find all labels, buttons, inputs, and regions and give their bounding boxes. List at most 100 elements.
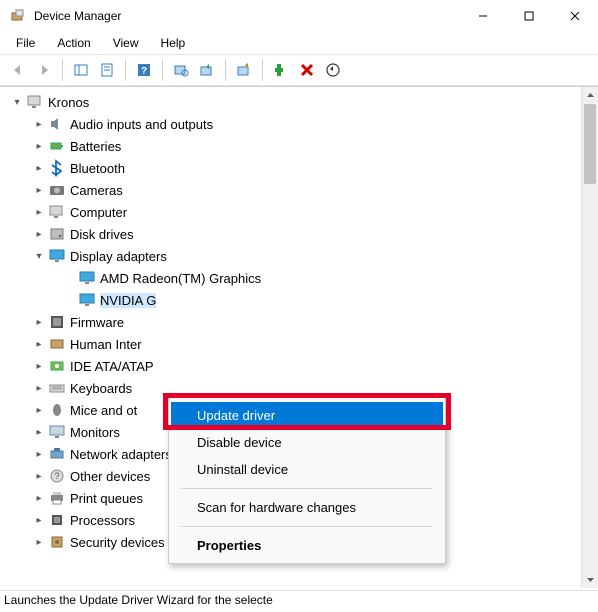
computer-icon bbox=[48, 203, 66, 221]
tree-root[interactable]: ▾ Kronos bbox=[6, 91, 581, 113]
monitor-icon bbox=[48, 423, 66, 441]
device-tree[interactable]: ▾ Kronos ▸ Audio inputs and outputs ▸ Batte… bbox=[0, 87, 581, 588]
menu-action[interactable]: Action bbox=[47, 34, 100, 52]
chevron-right-icon[interactable]: ▸ bbox=[32, 537, 46, 548]
tree-category[interactable]: ▸ Keyboards bbox=[6, 377, 581, 399]
tree-category[interactable]: ▾Display adapters bbox=[6, 245, 581, 267]
tree-category[interactable]: ▸Computer bbox=[6, 201, 581, 223]
chevron-right-icon[interactable]: ▸ bbox=[32, 141, 46, 152]
tree-category-label: Security devices bbox=[70, 535, 165, 550]
chevron-right-icon[interactable]: ▸ bbox=[32, 163, 46, 174]
other-icon: ? bbox=[48, 467, 66, 485]
keyboard-icon bbox=[48, 379, 66, 397]
chevron-right-icon[interactable]: ▸ bbox=[32, 449, 46, 460]
scroll-up-button[interactable] bbox=[582, 87, 598, 104]
scroll-thumb[interactable] bbox=[584, 104, 596, 184]
ctx-separator bbox=[181, 526, 433, 527]
help-button[interactable]: ? bbox=[132, 58, 156, 82]
uninstall-device-button[interactable] bbox=[295, 58, 319, 82]
tree-category-label: Disk drives bbox=[70, 227, 134, 242]
computer-icon bbox=[26, 93, 44, 111]
menubar: File Action View Help bbox=[0, 32, 598, 54]
tree-root-label: Kronos bbox=[48, 95, 89, 110]
ctx-update-driver[interactable]: Update driver bbox=[171, 402, 443, 429]
tree-category-label: Keyboards bbox=[70, 381, 132, 396]
hid-icon bbox=[48, 335, 66, 353]
security-icon bbox=[48, 533, 66, 551]
chevron-right-icon[interactable]: ▸ bbox=[32, 405, 46, 416]
chevron-right-icon[interactable]: ▸ bbox=[32, 119, 46, 130]
chevron-right-icon[interactable]: ▸ bbox=[32, 383, 46, 394]
display-icon bbox=[78, 291, 96, 309]
firmware-icon bbox=[48, 313, 66, 331]
vertical-scrollbar[interactable] bbox=[581, 87, 598, 588]
ctx-scan-hardware[interactable]: Scan for hardware changes bbox=[171, 494, 443, 521]
tree-category[interactable]: ▸ Firmware bbox=[6, 311, 581, 333]
ctx-properties[interactable]: Properties bbox=[171, 532, 443, 559]
menu-file[interactable]: File bbox=[6, 34, 45, 52]
context-menu: Update driver Disable device Uninstall d… bbox=[168, 397, 446, 564]
enable-device-button[interactable] bbox=[269, 58, 293, 82]
maximize-button[interactable] bbox=[506, 0, 552, 32]
network-icon bbox=[48, 445, 66, 463]
content-area: ▾ Kronos ▸ Audio inputs and outputs ▸ Batte… bbox=[0, 86, 598, 588]
chevron-down-icon[interactable]: ▾ bbox=[32, 251, 46, 262]
chevron-right-icon[interactable]: ▸ bbox=[32, 229, 46, 240]
tree-category[interactable]: ▸ Audio inputs and outputs bbox=[6, 113, 581, 135]
tree-category-label: Batteries bbox=[70, 139, 121, 154]
close-button[interactable] bbox=[552, 0, 598, 32]
tree-category-label: Firmware bbox=[70, 315, 124, 330]
menu-help[interactable]: Help bbox=[151, 34, 196, 52]
chevron-right-icon[interactable]: ▸ bbox=[32, 185, 46, 196]
menu-view[interactable]: View bbox=[103, 34, 149, 52]
tree-device[interactable]: AMD Radeon(TM) Graphics bbox=[6, 267, 581, 289]
display-icon bbox=[48, 247, 66, 265]
chevron-right-icon[interactable]: ▸ bbox=[32, 339, 46, 350]
app-icon bbox=[10, 8, 26, 24]
tree-category-label: Bluetooth bbox=[70, 161, 125, 176]
tree-category[interactable]: ▸ Bluetooth bbox=[6, 157, 581, 179]
chevron-right-icon[interactable]: ▸ bbox=[32, 361, 46, 372]
titlebar: Device Manager bbox=[0, 0, 598, 32]
bluetooth-icon bbox=[48, 159, 66, 177]
remove-device-button[interactable] bbox=[321, 58, 345, 82]
tree-category[interactable]: ▸IDE ATA/ATAP bbox=[6, 355, 581, 377]
tree-category[interactable]: ▸ Disk drives bbox=[6, 223, 581, 245]
tree-category-label: Other devices bbox=[70, 469, 150, 484]
chevron-down-icon[interactable]: ▾ bbox=[10, 97, 24, 108]
disable-device-button[interactable] bbox=[232, 58, 256, 82]
chevron-right-icon[interactable]: ▸ bbox=[32, 471, 46, 482]
tree-category-label: Cameras bbox=[70, 183, 123, 198]
ctx-disable-device[interactable]: Disable device bbox=[171, 429, 443, 456]
ctx-uninstall-device[interactable]: Uninstall device bbox=[171, 456, 443, 483]
display-icon bbox=[78, 269, 96, 287]
scroll-down-button[interactable] bbox=[582, 571, 598, 588]
chevron-right-icon[interactable]: ▸ bbox=[32, 515, 46, 526]
chevron-right-icon[interactable]: ▸ bbox=[32, 427, 46, 438]
tree-category-label: Audio inputs and outputs bbox=[70, 117, 213, 132]
tree-category[interactable]: ▸Human Inter bbox=[6, 333, 581, 355]
properties-button[interactable] bbox=[95, 58, 119, 82]
scroll-track[interactable] bbox=[582, 104, 598, 571]
tree-category-label: Processors bbox=[70, 513, 135, 528]
status-bar: Launches the Update Driver Wizard for th… bbox=[0, 590, 598, 612]
back-button[interactable] bbox=[6, 58, 30, 82]
printer-icon bbox=[48, 489, 66, 507]
minimize-button[interactable] bbox=[460, 0, 506, 32]
tree-category-label: Print queues bbox=[70, 491, 143, 506]
camera-icon bbox=[48, 181, 66, 199]
show-hide-tree-button[interactable] bbox=[69, 58, 93, 82]
chevron-right-icon[interactable]: ▸ bbox=[32, 207, 46, 218]
ide-icon bbox=[48, 357, 66, 375]
tree-category[interactable]: ▸ Batteries bbox=[6, 135, 581, 157]
tree-category-label: Mice and ot bbox=[70, 403, 137, 418]
forward-button[interactable] bbox=[32, 58, 56, 82]
chevron-right-icon[interactable]: ▸ bbox=[32, 493, 46, 504]
cpu-icon bbox=[48, 511, 66, 529]
speaker-icon bbox=[48, 115, 66, 133]
scan-hardware-button[interactable] bbox=[169, 58, 193, 82]
chevron-right-icon[interactable]: ▸ bbox=[32, 317, 46, 328]
tree-device[interactable]: NVIDIA G bbox=[6, 289, 581, 311]
update-driver-button[interactable] bbox=[195, 58, 219, 82]
tree-category[interactable]: ▸ Cameras bbox=[6, 179, 581, 201]
